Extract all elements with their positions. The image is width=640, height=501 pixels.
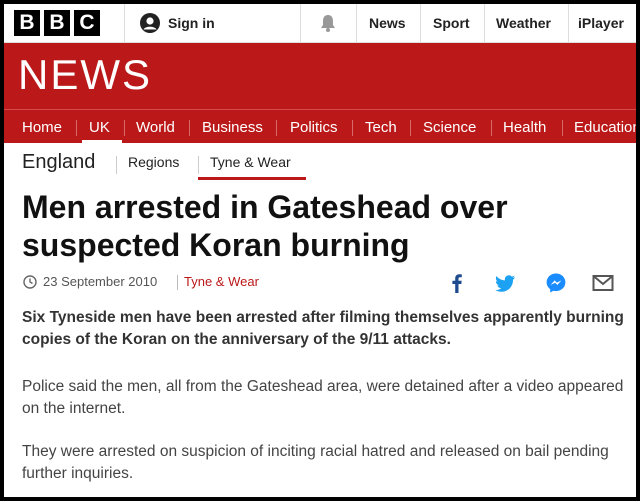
article-date: 23 September 2010 [43,274,158,289]
article-paragraph: Police said the men, all from the Gatesh… [22,378,624,417]
divider [484,4,485,42]
headline-line: Men arrested in Gateshead over [22,189,508,225]
twitter-icon[interactable] [494,272,516,294]
nav-item-world[interactable]: World [136,119,175,136]
topnav-sport[interactable]: Sport [433,15,470,31]
account-icon[interactable] [139,12,161,34]
clock-icon [23,275,37,289]
article-lead: Six Tyneside men have been arrested afte… [22,309,624,348]
nav-separator [562,120,563,136]
subnav-tyne-wear[interactable]: Tyne & Wear [210,154,291,170]
nav-separator [491,120,492,136]
nav-item-science[interactable]: Science [423,119,476,136]
main-nav: Home UK World Business Politics Tech Sci… [4,109,636,144]
top-bar: B B C Sign in News Sport Weather iPlayer [4,4,636,43]
nav-item-uk[interactable]: UK [89,119,110,136]
nav-item-education[interactable]: Education [574,119,636,136]
topnav-news[interactable]: News [369,15,406,31]
subnav-active-indicator [198,177,306,180]
nav-item-tech[interactable]: Tech [365,119,397,136]
divider [124,4,125,42]
meta-separator [177,275,178,290]
news-logo[interactable]: NEWS [18,51,152,99]
notifications-bell-icon[interactable] [318,13,338,33]
bbc-logo-letter: B [14,10,40,36]
sub-nav: England Regions Tyne & Wear [4,144,636,184]
subnav-separator [198,156,199,174]
divider [356,4,357,42]
divider [300,4,301,42]
facebook-icon[interactable] [446,272,468,294]
nav-separator [410,120,411,136]
subnav-separator [116,156,117,174]
nav-item-health[interactable]: Health [503,119,546,136]
topnav-iplayer[interactable]: iPlayer [578,15,624,31]
headline-line: suspected Koran burning [22,227,410,263]
topnav-weather[interactable]: Weather [496,15,551,31]
news-banner: NEWS Home UK World Business Politics Tec… [4,43,636,144]
sign-in-link[interactable]: Sign in [168,15,215,31]
page: B B C Sign in News Sport Weather iPlayer… [4,4,636,497]
email-icon[interactable] [592,272,614,294]
nav-item-politics[interactable]: Politics [290,119,338,136]
nav-separator [276,120,277,136]
divider [568,4,569,42]
nav-separator [189,120,190,136]
divider [420,4,421,42]
messenger-icon[interactable] [545,272,567,294]
section-england[interactable]: England [22,151,95,174]
bbc-logo-letter: C [74,10,100,36]
nav-separator [124,120,125,136]
screenshot-frame: B B C Sign in News Sport Weather iPlayer… [0,0,640,501]
subnav-regions[interactable]: Regions [128,154,179,170]
article-paragraph: They were arrested on suspicion of incit… [22,443,609,482]
bbc-logo-letter: B [44,10,70,36]
nav-item-home[interactable]: Home [22,119,62,136]
bbc-logo[interactable]: B B C [14,10,100,36]
nav-separator [352,120,353,136]
nav-item-business[interactable]: Business [202,119,263,136]
nav-separator [76,120,77,136]
article-region-link[interactable]: Tyne & Wear [184,274,259,289]
article-headline: Men arrested in Gateshead over suspected … [22,188,622,264]
